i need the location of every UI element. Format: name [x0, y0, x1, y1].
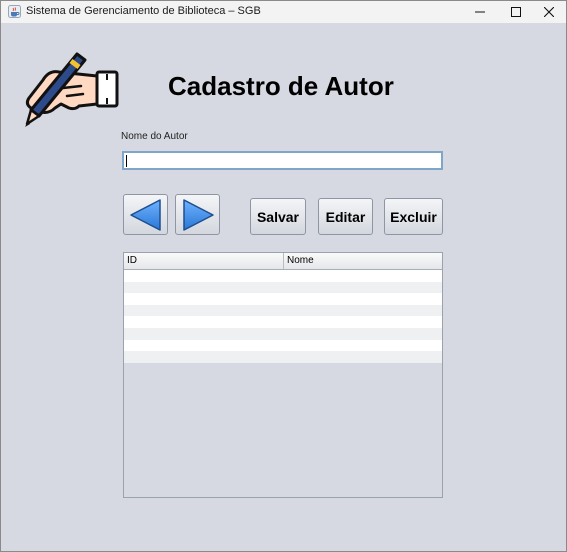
save-button[interactable]: Salvar [250, 198, 306, 235]
window-title: Sistema de Gerenciamento de Biblioteca –… [26, 5, 261, 17]
delete-button[interactable]: Excluir [384, 198, 443, 235]
table-body [124, 270, 442, 363]
arrow-left-icon [130, 199, 161, 231]
previous-record-button[interactable] [123, 194, 168, 235]
close-icon [544, 7, 554, 17]
table-header: ID Nome [124, 253, 442, 270]
close-button[interactable] [532, 1, 566, 23]
authors-table[interactable]: ID Nome [123, 252, 443, 498]
maximize-icon [511, 7, 521, 17]
edit-button[interactable]: Editar [318, 198, 373, 235]
empty-table-row [124, 316, 442, 328]
page-title: Cadastro de Autor [168, 71, 394, 101]
empty-table-row [124, 270, 442, 282]
next-record-button[interactable] [175, 194, 220, 235]
empty-table-row [124, 339, 442, 352]
empty-table-row [124, 351, 442, 363]
hand-writing-pen-icon [25, 52, 119, 127]
author-name-label: Nome do Autor [121, 131, 188, 142]
empty-table-row [124, 304, 442, 317]
text-caret [126, 155, 127, 167]
empty-table-row [124, 293, 442, 305]
empty-table-row [124, 281, 442, 294]
minimize-icon [475, 11, 485, 13]
app-window: Sistema de Gerenciamento de Biblioteca –… [0, 0, 567, 552]
column-header-nome[interactable]: Nome [284, 253, 442, 269]
author-name-input[interactable] [122, 151, 443, 170]
minimize-button[interactable] [463, 1, 497, 23]
arrow-right-icon [183, 199, 214, 231]
client-area: Cadastro de Autor Nome do Autor Salvar E… [1, 23, 566, 551]
empty-table-row [124, 327, 442, 340]
column-header-id[interactable]: ID [124, 253, 284, 269]
maximize-button[interactable] [499, 1, 533, 23]
java-cup-icon [8, 5, 21, 18]
title-bar[interactable]: Sistema de Gerenciamento de Biblioteca –… [1, 1, 566, 23]
